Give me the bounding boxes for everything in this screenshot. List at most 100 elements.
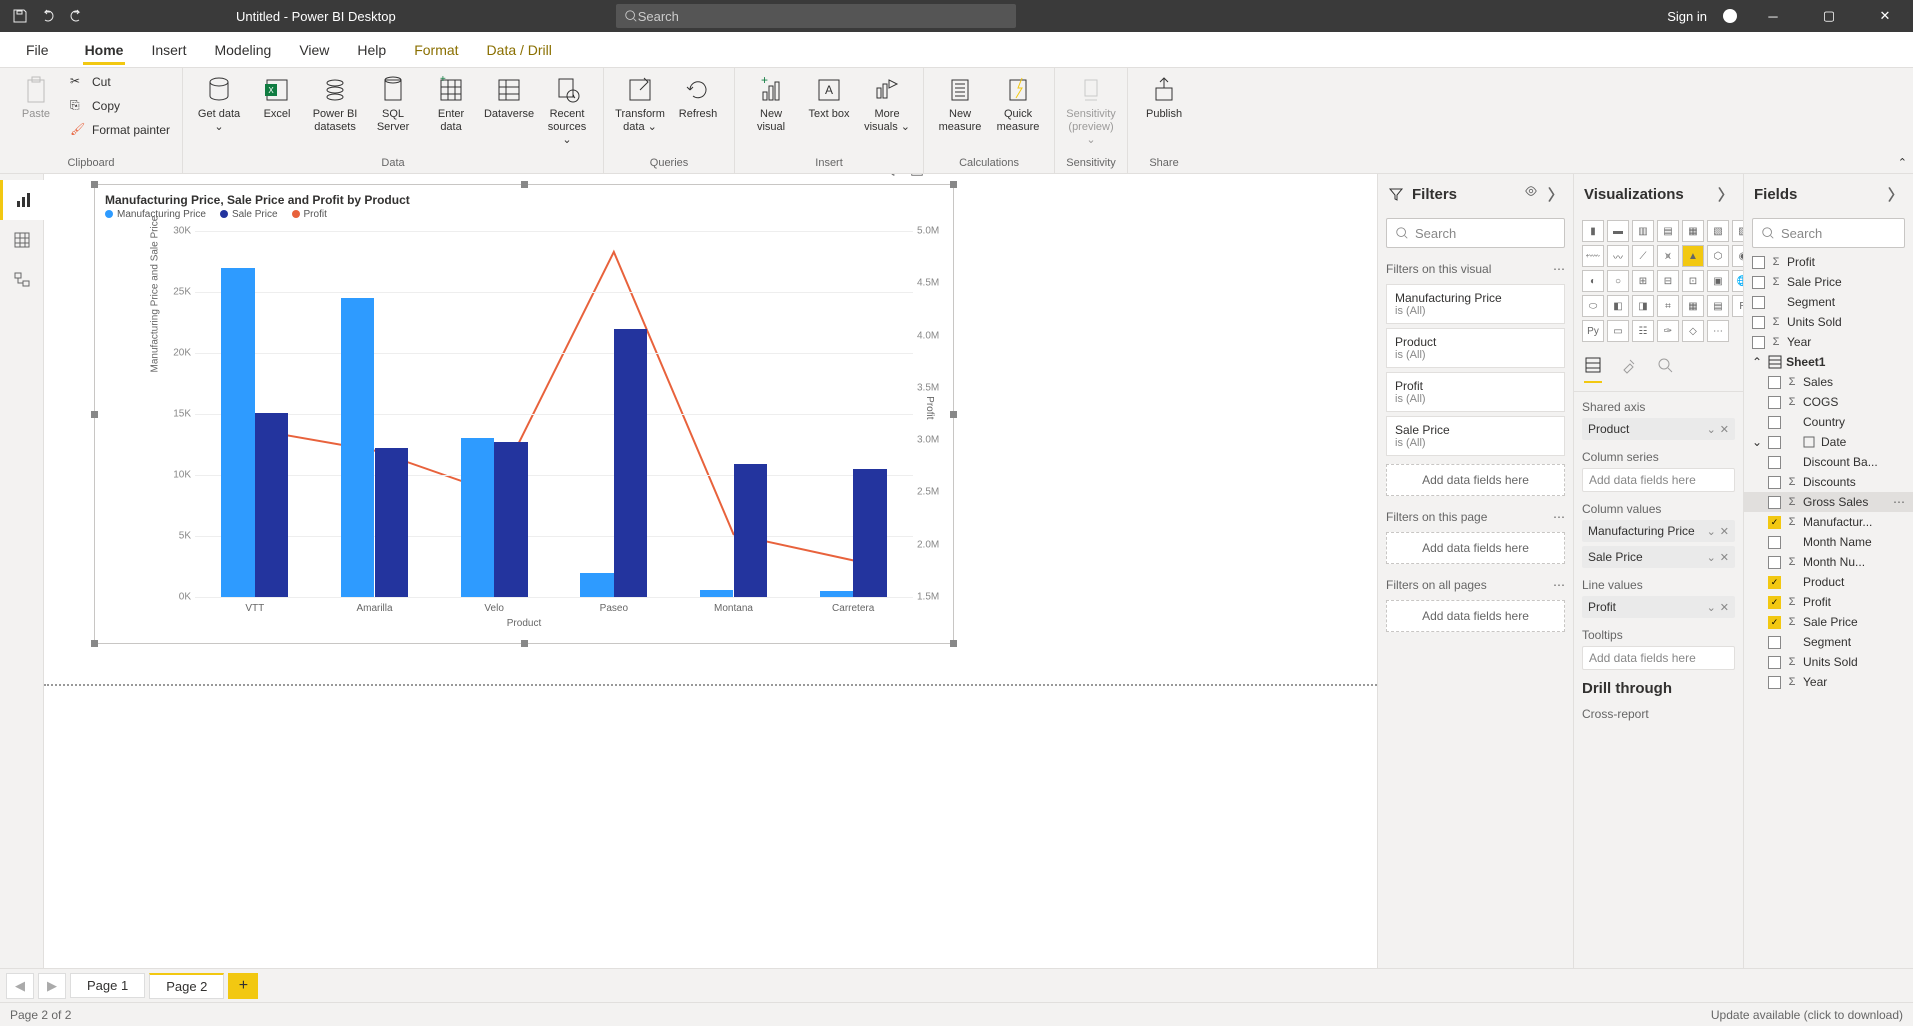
viz-type-icon[interactable]: ◧	[1607, 295, 1629, 317]
field-item[interactable]: ✓ΣSale Price	[1744, 612, 1913, 632]
minimize-icon[interactable]: ─	[1753, 0, 1793, 32]
field-item[interactable]: ΣSales	[1744, 372, 1913, 392]
tab-insert[interactable]: Insert	[149, 36, 188, 64]
remove-field-icon[interactable]: ✕	[1720, 601, 1729, 614]
collapse-viz-icon[interactable]: 〉	[1718, 184, 1733, 205]
field-item[interactable]: ΣCOGS	[1744, 392, 1913, 412]
global-search[interactable]: Search	[616, 4, 1016, 28]
field-item[interactable]: ΣUnits Sold	[1744, 652, 1913, 672]
dataverse-button[interactable]: Dataverse	[483, 72, 535, 123]
fields-tab-icon[interactable]	[1584, 356, 1602, 383]
enter-data-button[interactable]: +Enter data	[425, 72, 477, 136]
expand-icon[interactable]: ⌄	[1752, 435, 1762, 449]
viz-type-icon[interactable]: 〰	[1607, 245, 1629, 267]
viz-type-icon[interactable]: ⊞	[1632, 270, 1654, 292]
format-tab-icon[interactable]	[1620, 356, 1638, 383]
viz-type-icon[interactable]: ▤	[1707, 295, 1729, 317]
field-item[interactable]: ΣDiscounts	[1744, 472, 1913, 492]
add-all-filter[interactable]: Add data fields here	[1386, 600, 1565, 632]
filters-search[interactable]: Search	[1386, 218, 1565, 248]
combo-chart-visual[interactable]: ⋯ Manufacturing Price, Sale Price and Pr…	[94, 184, 954, 644]
well-column-value-sale[interactable]: Sale Price⌄✕	[1582, 546, 1735, 568]
report-canvas[interactable]: ⋯ Manufacturing Price, Sale Price and Pr…	[44, 174, 1377, 968]
viz-type-icon[interactable]: ⌗	[1657, 295, 1679, 317]
viz-type-icon[interactable]: ⋯	[1707, 320, 1729, 342]
viz-type-icon[interactable]: ▧	[1707, 220, 1729, 242]
viz-type-icon[interactable]: ▭	[1607, 320, 1629, 342]
sensitivity-button[interactable]: Sensitivity (preview) ⌄	[1065, 72, 1117, 150]
pbi-datasets-button[interactable]: Power BI datasets	[309, 72, 361, 136]
well-column-series[interactable]: Add data fields here	[1582, 468, 1735, 492]
chevron-down-icon[interactable]: ⌄	[1707, 525, 1716, 538]
page-tab-2[interactable]: Page 2	[149, 973, 224, 999]
viz-type-icon[interactable]: ✑	[1657, 320, 1679, 342]
user-avatar-icon[interactable]	[1723, 9, 1737, 23]
viz-type-icon[interactable]: ⊟	[1657, 270, 1679, 292]
field-item[interactable]: Segment	[1744, 632, 1913, 652]
tab-file[interactable]: File	[16, 36, 59, 64]
report-view-icon[interactable]	[0, 180, 44, 220]
field-item[interactable]: ✓ΣManufactur...	[1744, 512, 1913, 532]
new-measure-button[interactable]: New measure	[934, 72, 986, 136]
sql-server-button[interactable]: SQL Server	[367, 72, 419, 136]
chevron-down-icon[interactable]: ⌄	[1707, 601, 1716, 614]
remove-field-icon[interactable]: ✕	[1720, 551, 1729, 564]
field-item[interactable]: Country	[1744, 412, 1913, 432]
viz-type-icon[interactable]: 🌐	[1732, 270, 1743, 292]
table-sheet1[interactable]: ⌃ Sheet1	[1744, 352, 1913, 372]
tab-home[interactable]: Home	[83, 36, 126, 64]
field-item[interactable]: ✓Product	[1744, 572, 1913, 592]
format-painter-button[interactable]: 🖌Format painter	[68, 120, 172, 140]
save-icon[interactable]	[12, 8, 28, 24]
visual-focus-icon[interactable]	[910, 174, 924, 180]
copy-button[interactable]: ⎘Copy	[68, 96, 172, 116]
field-item[interactable]: ΣProfit	[1744, 252, 1913, 272]
field-item[interactable]: Discount Ba...	[1744, 452, 1913, 472]
viz-type-icon[interactable]: ▤	[1657, 220, 1679, 242]
field-item[interactable]: ⌄Date	[1744, 432, 1913, 452]
chevron-down-icon[interactable]: ⌄	[1707, 423, 1716, 436]
field-item[interactable]: ✓ΣProfit	[1744, 592, 1913, 612]
viz-type-icon[interactable]: ◉	[1732, 245, 1743, 267]
field-item[interactable]: ΣYear	[1744, 332, 1913, 352]
viz-type-icon[interactable]: ▥	[1632, 220, 1654, 242]
viz-type-icon[interactable]: Py	[1582, 320, 1604, 342]
viz-type-icon[interactable]: ▮	[1582, 220, 1604, 242]
remove-field-icon[interactable]: ✕	[1720, 423, 1729, 436]
filter-card[interactable]: Sale Priceis (All)	[1386, 416, 1565, 456]
add-page-button[interactable]: +	[228, 973, 258, 999]
tab-datadrill[interactable]: Data / Drill	[485, 36, 554, 64]
viz-type-icon[interactable]: ⬡	[1707, 245, 1729, 267]
field-item[interactable]: Month Name	[1744, 532, 1913, 552]
expand-icon[interactable]: ⌃	[1752, 355, 1762, 369]
viz-type-icon[interactable]: ⬳	[1582, 245, 1604, 267]
new-visual-button[interactable]: +New visual	[745, 72, 797, 136]
collapse-filters-icon[interactable]: 〉	[1548, 184, 1563, 205]
transform-data-button[interactable]: Transform data ⌄	[614, 72, 666, 136]
filter-section-more-icon[interactable]: ⋯	[1553, 510, 1565, 524]
viz-type-icon[interactable]: ⬭	[1582, 295, 1604, 317]
viz-type-icon[interactable]: ▬	[1607, 220, 1629, 242]
field-item[interactable]: ΣGross Sales⋯	[1744, 492, 1913, 512]
viz-type-icon[interactable]: ⟋	[1632, 245, 1654, 267]
refresh-button[interactable]: Refresh	[672, 72, 724, 123]
viz-type-icon[interactable]: ⩙	[1657, 245, 1679, 267]
viz-type-icon[interactable]: ▲	[1682, 245, 1704, 267]
viz-type-icon[interactable]: ▨	[1732, 220, 1743, 242]
viz-type-icon[interactable]: ⊡	[1682, 270, 1704, 292]
page-prev-icon[interactable]: ◀	[6, 973, 34, 999]
filter-card[interactable]: Profitis (All)	[1386, 372, 1565, 412]
filter-card[interactable]: Manufacturing Priceis (All)	[1386, 284, 1565, 324]
viz-type-icon[interactable]: ◨	[1632, 295, 1654, 317]
publish-button[interactable]: Publish	[1138, 72, 1190, 123]
well-tooltips[interactable]: Add data fields here	[1582, 646, 1735, 670]
well-column-value-mfg[interactable]: Manufacturing Price⌄✕	[1582, 520, 1735, 542]
tab-help[interactable]: Help	[355, 36, 388, 64]
ribbon-collapse-icon[interactable]: ⌃	[1898, 156, 1907, 169]
model-view-icon[interactable]	[0, 260, 44, 300]
chevron-down-icon[interactable]: ⌄	[1707, 551, 1716, 564]
page-next-icon[interactable]: ▶	[38, 973, 66, 999]
viz-type-icon[interactable]: ▦	[1682, 220, 1704, 242]
viz-type-icon[interactable]: ◇	[1682, 320, 1704, 342]
viz-type-icon[interactable]: ▦	[1682, 295, 1704, 317]
